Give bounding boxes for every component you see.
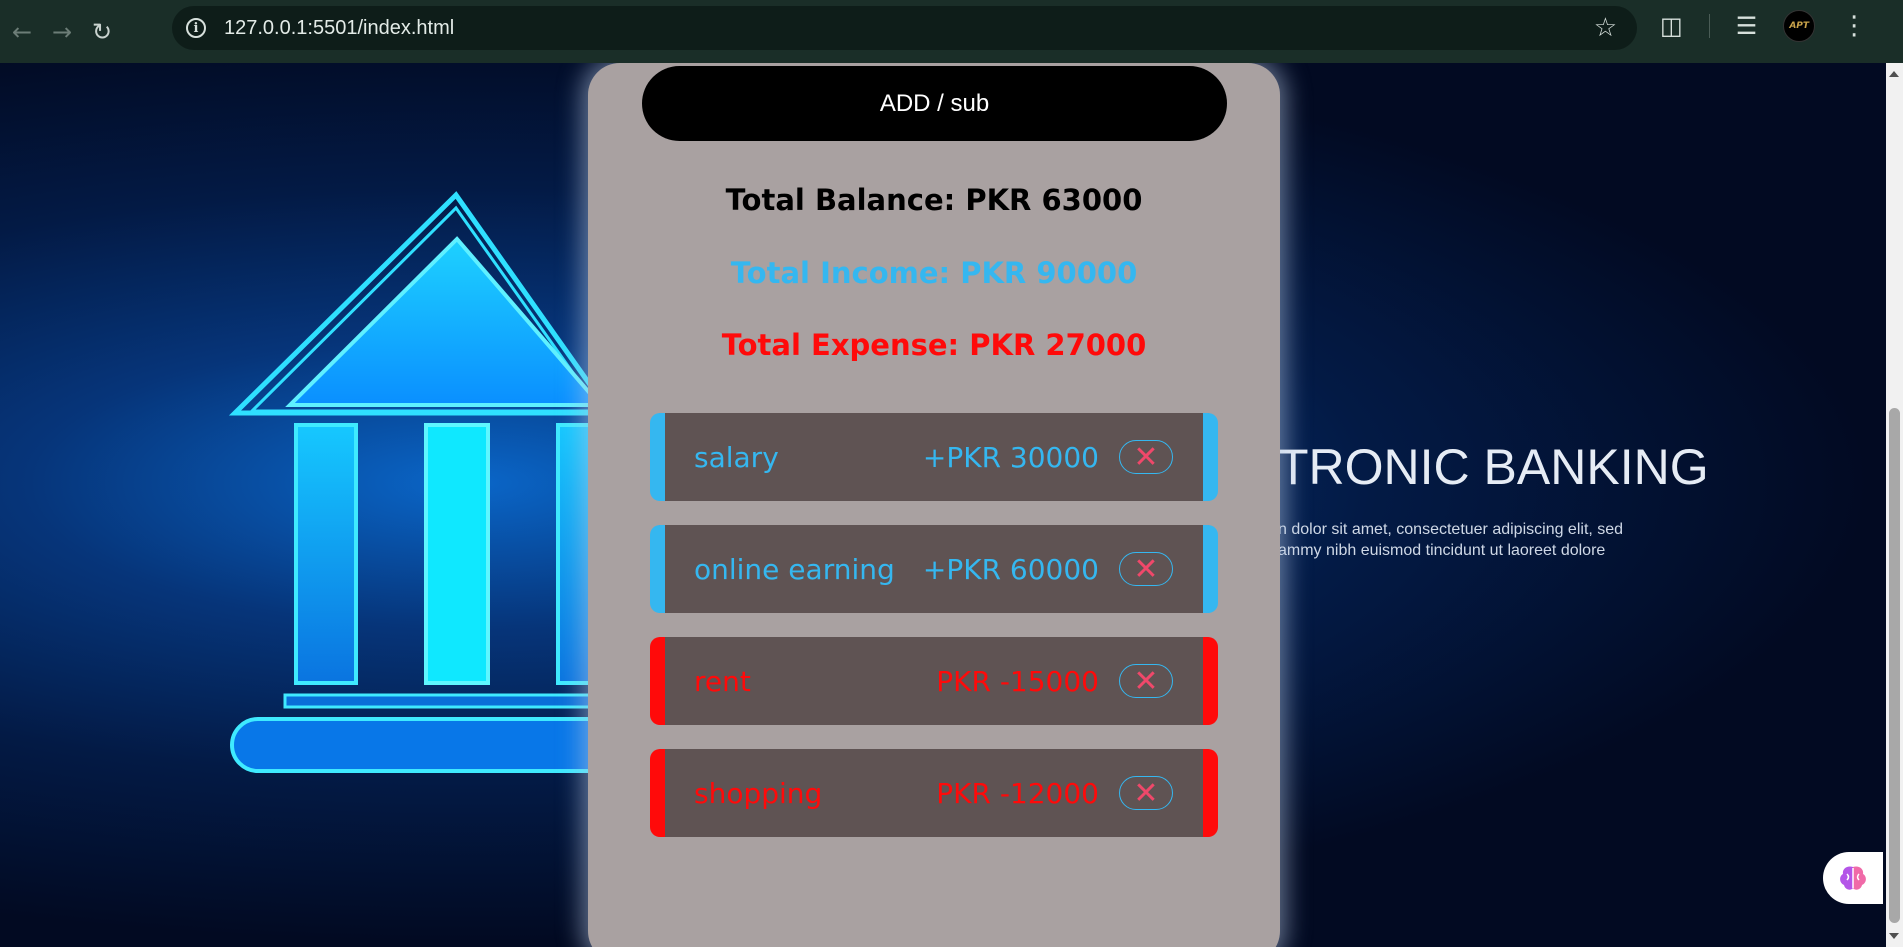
transaction-amount: PKR -12000 bbox=[936, 776, 1099, 810]
close-icon: ✕ bbox=[1133, 439, 1159, 475]
forward-arrow-icon[interactable]: → bbox=[44, 14, 80, 50]
total-income: Total Income: PKR 90000 bbox=[730, 256, 1138, 290]
back-arrow-icon[interactable]: ← bbox=[4, 14, 40, 50]
transaction-row: online earning +PKR 60000 ✕ bbox=[650, 525, 1218, 613]
transaction-row: rent PKR -15000 ✕ bbox=[650, 637, 1218, 725]
bookmark-star-icon[interactable]: ☆ bbox=[1594, 13, 1617, 43]
reload-icon[interactable]: ↻ bbox=[84, 14, 120, 50]
page-background: TRONIC BANKING n dolor sit amet, consect… bbox=[0, 63, 1886, 947]
delete-transaction-button[interactable]: ✕ bbox=[1119, 663, 1173, 699]
add-sub-button[interactable]: ADD / sub bbox=[642, 66, 1227, 141]
transaction-amount: PKR -15000 bbox=[936, 664, 1099, 698]
scroll-down-arrow-icon[interactable] bbox=[1889, 933, 1899, 939]
scroll-up-arrow-icon[interactable] bbox=[1889, 71, 1899, 77]
column-2 bbox=[424, 423, 490, 685]
transaction-row: shopping PKR -12000 ✕ bbox=[650, 749, 1218, 837]
page-scrollbar[interactable] bbox=[1886, 63, 1903, 947]
roof-fill bbox=[285, 236, 605, 407]
delete-transaction-button[interactable]: ✕ bbox=[1119, 439, 1173, 475]
address-bar[interactable]: i 127.0.0.1:5501/index.html ☆ bbox=[172, 6, 1637, 50]
base-step bbox=[283, 693, 607, 709]
close-icon: ✕ bbox=[1133, 551, 1159, 587]
media-queue-icon[interactable]: ☰ bbox=[1736, 12, 1758, 40]
close-icon: ✕ bbox=[1133, 775, 1159, 811]
transaction-amount: +PKR 30000 bbox=[922, 440, 1099, 474]
assistant-widget-button[interactable] bbox=[1823, 852, 1883, 904]
extensions-icon[interactable]: ◫ bbox=[1660, 12, 1683, 40]
more-menu-icon[interactable]: ⋮ bbox=[1841, 11, 1867, 41]
scrollbar-thumb[interactable] bbox=[1889, 408, 1900, 923]
banner-heading: TRONIC BANKING bbox=[1278, 439, 1709, 495]
column-1 bbox=[294, 423, 358, 685]
base-platform bbox=[230, 717, 634, 773]
url-text[interactable]: 127.0.0.1:5501/index.html bbox=[224, 17, 454, 40]
close-icon: ✕ bbox=[1133, 663, 1159, 699]
banner-text-line: ammy nibh euismod tincidunt ut laoreet d… bbox=[1278, 542, 1606, 559]
transaction-name: salary bbox=[694, 440, 779, 474]
banner-text-line: n dolor sit amet, consectetuer adipiscin… bbox=[1278, 521, 1624, 538]
expense-tracker-card: ADD / sub Total Balance: PKR 63000 Total… bbox=[588, 63, 1280, 947]
delete-transaction-button[interactable]: ✕ bbox=[1119, 551, 1173, 587]
brain-icon bbox=[1840, 866, 1866, 890]
total-balance: Total Balance: PKR 63000 bbox=[725, 183, 1143, 217]
transaction-name: shopping bbox=[694, 776, 823, 810]
toolbar-separator bbox=[1708, 14, 1710, 38]
profile-avatar[interactable]: APT bbox=[1783, 10, 1816, 42]
browser-toolbar: ← → ↻ i 127.0.0.1:5501/index.html ☆ ◫ ☰ … bbox=[0, 0, 1903, 63]
total-expense: Total Expense: PKR 27000 bbox=[721, 328, 1147, 362]
transaction-name: rent bbox=[694, 664, 751, 698]
delete-transaction-button[interactable]: ✕ bbox=[1119, 775, 1173, 811]
transaction-row: salary +PKR 30000 ✕ bbox=[650, 413, 1218, 501]
site-info-icon[interactable]: i bbox=[186, 18, 206, 38]
transaction-amount: +PKR 60000 bbox=[922, 552, 1099, 586]
transaction-name: online earning bbox=[694, 552, 895, 586]
banner-body-text: n dolor sit amet, consectetuer adipiscin… bbox=[1278, 519, 1698, 561]
